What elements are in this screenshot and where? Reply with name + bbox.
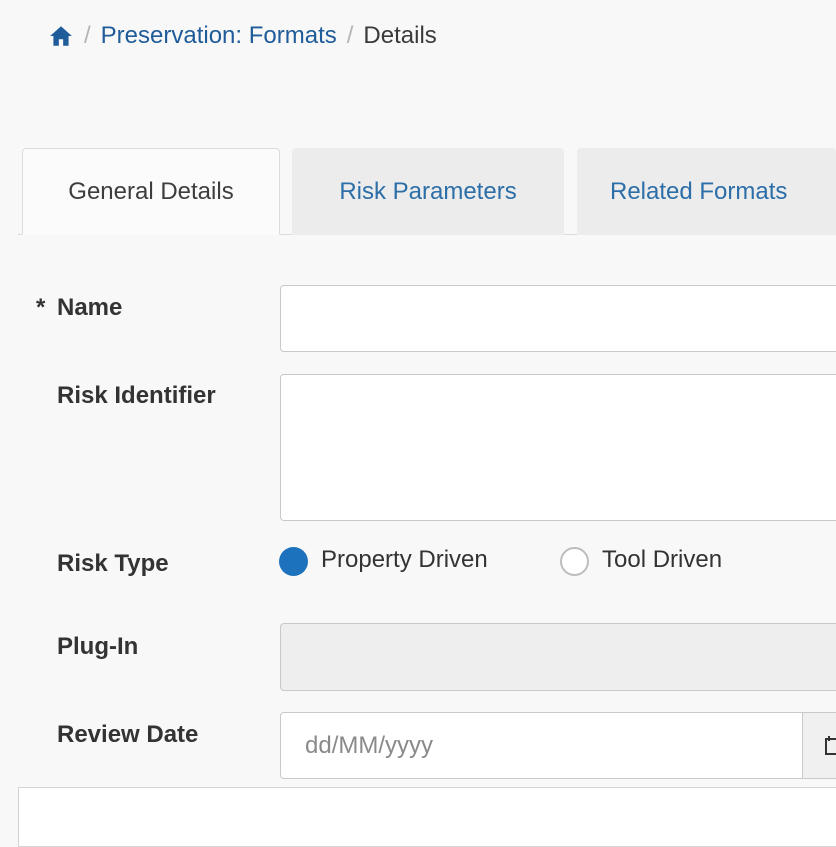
home-icon[interactable] [48, 23, 74, 49]
required-marker: * [36, 294, 46, 321]
breadcrumb-separator: / [346, 22, 354, 49]
radio-property-driven-label[interactable]: Property Driven [321, 546, 488, 574]
tab-risk-parameters[interactable]: Risk Parameters [292, 148, 564, 235]
breadcrumb-link-formats[interactable]: Preservation: Formats [101, 22, 337, 50]
plugin-label: Plug-In [57, 633, 139, 660]
tab-general-details[interactable]: General Details [22, 148, 280, 235]
breadcrumb-separator: / [84, 22, 91, 49]
radio-property-driven[interactable] [279, 547, 308, 576]
date-picker-button[interactable] [802, 712, 836, 779]
risk-identifier-textarea[interactable] [280, 374, 836, 521]
name-label: Name [57, 294, 123, 321]
radio-tool-driven[interactable] [560, 547, 589, 576]
risk-type-label: Risk Type [57, 550, 169, 577]
tab-related-formats[interactable]: Related Formats [577, 148, 836, 235]
breadcrumb: / Preservation: Formats / Details [48, 18, 437, 54]
review-date-label: Review Date [57, 721, 199, 748]
breadcrumb-current: Details [363, 22, 437, 49]
review-date-input[interactable]: dd/MM/yyyy [280, 712, 804, 779]
risk-identifier-label: Risk Identifier [57, 382, 216, 409]
radio-tool-driven-label[interactable]: Tool Driven [602, 546, 722, 574]
calendar-icon [825, 736, 836, 755]
section-footer [18, 787, 836, 847]
plugin-select[interactable] [280, 623, 836, 691]
name-input[interactable] [280, 285, 836, 352]
